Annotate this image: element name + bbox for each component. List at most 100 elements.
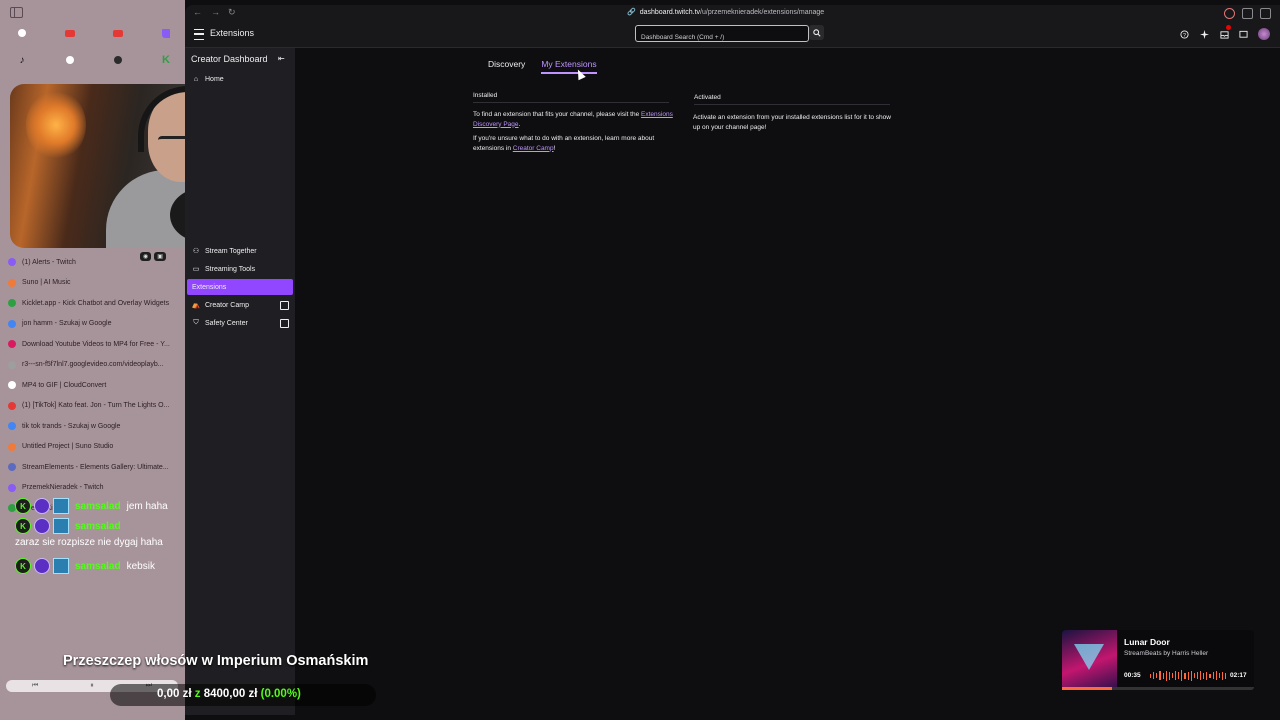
sidebar-item-label: Creator Camp [205,301,249,309]
external-link-icon [280,318,289,328]
browser-tab[interactable]: Kicklet.app - Kick Chatbot and Overlay W… [8,295,180,311]
reload-icon[interactable]: ↻ [228,7,236,18]
tiktok-pinned-icon[interactable]: ♪ [14,53,30,67]
sidebar-item-extensions[interactable]: Extensions [187,279,293,295]
kick-badge-icon: K [15,518,31,534]
sidebar-title: Creator Dashboard [191,54,268,64]
browser-tab[interactable]: r3---sn-f5f7lnl7.googlevideo.com/videopl… [8,357,180,373]
browser-tab[interactable]: (1) [TikTok] Kato feat. Jon - Turn The L… [8,398,180,414]
sparkle-icon[interactable] [1199,29,1209,39]
browser-tab-label: StreamElements - Elements Gallery: Ultim… [22,463,169,471]
youtube-pinned-icon[interactable] [62,26,78,40]
sub-badge-icon [34,518,50,534]
home-icon: ⌂ [193,75,199,83]
browser-tab[interactable]: StreamElements - Elements Gallery: Ultim… [8,459,180,475]
chat-text: zaraz sie rozpisze nie dygaj haha [15,537,163,548]
creator-sidebar: Creator Dashboard ⇤ ⌂ Home ⚇ Stream Toge… [185,48,295,715]
installed-heading: Installed [473,92,669,103]
back-icon[interactable]: ← [193,7,202,17]
follower-icon: ▣ [154,252,166,261]
favicon-icon [8,319,16,328]
waveform-bar [1225,672,1227,679]
search-button[interactable] [809,25,824,40]
waveform-bar [1215,671,1217,680]
waveform-bar [1218,673,1220,678]
forward-icon[interactable]: → [211,7,220,17]
tab-my-extensions[interactable]: My Extensions [541,59,597,74]
track-title: Lunar Door [1124,637,1170,647]
sidebar-item-creator-camp[interactable]: ⛺ Creator Camp [187,297,293,313]
stream-title-banner: Przeszczep włosów w Imperium Osmańskim [63,653,369,669]
favicon-icon [8,340,16,348]
cam-viewer-badges: ◉ ▣ [140,252,166,261]
favicon-icon [8,483,16,492]
track-artist: StreamBeats by Harris Heller [1124,650,1209,657]
ghost-pinned-icon[interactable] [62,53,78,67]
waveform-bar [1184,672,1186,679]
favicon-icon [8,278,16,287]
viewer-icon: ◉ [140,252,152,261]
waveform-bar [1200,671,1202,680]
chat-message: Ksamsalad kebsik [15,558,155,574]
chat-message: Ksamsalad [15,518,127,534]
external-link-icon [280,300,289,310]
donation-goal: 0,00 zł z 8400,00 zł (0.00%) [157,688,301,700]
kick-pinned-icon[interactable]: K [158,53,174,67]
pause-icon[interactable]: ⏸ [90,682,94,690]
sidebar-item-label: Safety Center [205,319,248,327]
split-view-icon[interactable] [1260,8,1271,19]
prev-icon[interactable]: ⏮ [32,682,38,690]
activated-text: Activate an extension from your installe… [693,114,891,131]
sidebar-item-stream-together[interactable]: ⚇ Stream Together [187,243,293,259]
page-title: Extensions [210,28,255,38]
browser-tab[interactable]: Download Youtube Videos to MP4 for Free … [8,336,180,352]
sidebar-item-streaming-tools[interactable]: ▭ Streaming Tools [187,261,293,277]
favicon-icon [8,381,16,389]
menu-icon[interactable] [194,29,204,40]
waveform-bar [1187,671,1189,680]
lamp-light [26,90,86,160]
sidebar-item-home[interactable]: ⌂ Home [187,71,293,87]
tab-discovery[interactable]: Discovery [488,59,525,74]
share-icon[interactable] [1242,8,1253,19]
browser-tab-label: Kicklet.app - Kick Chatbot and Overlay W… [22,299,170,307]
browser-tab[interactable]: MP4 to GIF | CloudConvert [8,377,180,393]
spotify-pinned-icon[interactable] [110,53,126,67]
browser-tab[interactable]: Suno | AI Music [8,275,180,291]
inbox-icon[interactable] [1219,29,1229,39]
address-path: /u/przemeknieradek/extensions/manage [700,8,825,16]
svg-text:?: ? [1183,32,1186,38]
chat-icon[interactable] [1238,29,1248,39]
browser-tab[interactable]: PrzemekNieradek - Twitch [8,480,180,496]
twitch-pinned-icon[interactable] [158,26,174,40]
help-icon[interactable]: ? [1179,29,1189,39]
chat-username: samsalad [75,560,121,572]
creator-camp-link[interactable]: Creator Camp [513,145,554,152]
pinned-tab-icon[interactable] [14,26,30,40]
sidebar-item-safety-center[interactable]: ⛉ Safety Center [187,315,293,331]
address-bar[interactable]: 🔗 dashboard.twitch.tv/u/przemeknieradek/… [627,8,825,17]
browser-tab[interactable]: jon hamm - Szukaj w Google [8,316,180,332]
waveform-bar [1171,673,1173,678]
waveform-bar [1190,670,1192,681]
now-playing-widget: Lunar Door StreamBeats by Harris Heller … [1062,630,1254,690]
collapse-icon[interactable]: ⇤ [278,54,285,63]
waveform [1150,670,1227,681]
browser-tab-label: Suno | AI Music [22,279,71,286]
youtube-pinned-icon[interactable] [110,26,126,40]
extension-icon[interactable] [1224,8,1235,19]
dashboard-search[interactable] [635,25,809,44]
installed-text-2: If you're unsure what to do with an exte… [473,135,655,152]
people-icon: ⚇ [192,248,200,255]
favicon-icon [8,299,16,307]
waveform-bar [1150,673,1152,678]
browser-tab-label: Download Youtube Videos to MP4 for Free … [22,340,170,348]
waveform-bar [1175,671,1177,680]
browser-tab[interactable]: tik tok trands - Szukaj w Google [8,418,180,434]
avatar[interactable] [1258,28,1270,40]
waveform-bar [1212,672,1214,679]
sidebar-toggle-icon[interactable] [10,7,23,18]
search-input[interactable] [636,31,806,44]
browser-tab[interactable]: Untitled Project | Suno Studio [8,439,180,455]
sub-badge-icon [34,558,50,574]
